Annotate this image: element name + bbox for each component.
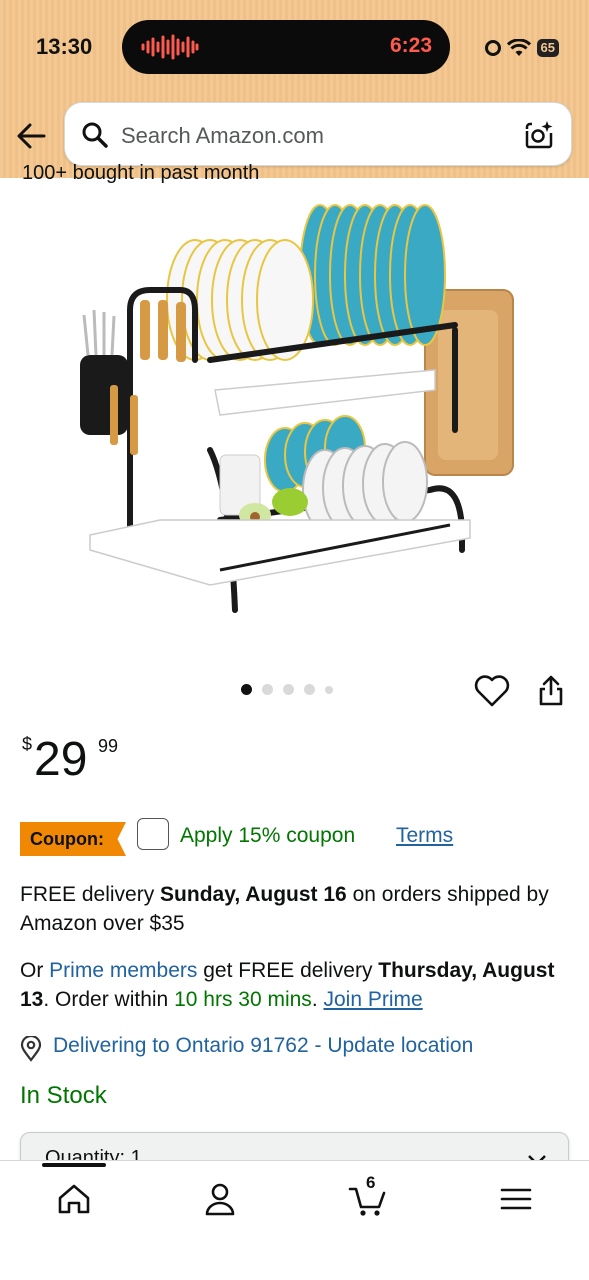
account-icon[interactable] [200,1179,240,1219]
delivery-location-text[interactable]: Delivering to Ontario 91762 - Update loc… [53,1034,473,1058]
focus-ring-icon [484,40,501,56]
price-whole: 29 [34,733,88,786]
apply-coupon-label[interactable]: Apply 15% coupon [180,824,355,848]
status-time: 13:30 [36,34,93,59]
coupon-checkbox[interactable] [137,818,169,850]
carousel-dot-3[interactable] [283,684,294,695]
order-countdown: 10 hrs 30 mins [174,988,312,1011]
search-icon [82,122,108,148]
prime-delivery-text: Or Prime members get FREE delivery Thurs… [20,959,555,1011]
free-delivery-text: FREE delivery Sunday, August 16 on order… [20,883,549,935]
active-tab-indicator [42,1163,106,1167]
bottom-nav-bar: 6 [0,1160,589,1280]
coupon-terms-link[interactable]: Terms [396,824,453,848]
product-image[interactable] [70,190,520,640]
search-bar[interactable]: Search Amazon.com [64,102,572,166]
audio-waveform-icon [141,34,199,60]
wifi-icon [506,39,531,56]
back-arrow-icon[interactable] [14,118,50,154]
recording-time: 6:23 [389,34,432,57]
image-carousel-indicator[interactable] [241,684,333,695]
home-icon[interactable] [54,1179,94,1219]
carousel-dot-4[interactable] [304,684,315,695]
wishlist-heart-icon[interactable] [474,674,510,708]
carousel-dot-5[interactable] [325,685,333,694]
search-input[interactable]: Search Amazon.com [121,123,324,149]
carousel-dot-2[interactable] [262,684,273,695]
coupon-badge: Coupon: [20,822,126,856]
free-delivery-date: Sunday, August 16 [160,883,347,906]
price-currency: $ [22,734,33,754]
cart-count-badge: 6 [366,1173,376,1192]
carousel-dot-1[interactable] [241,684,252,695]
camera-search-icon[interactable] [523,119,555,151]
dynamic-island[interactable]: 6:23 [122,20,450,74]
app-header: 13:30 6:23 65 Search Amazon.com 100+ bou… [0,0,589,184]
join-prime-link[interactable]: Join Prime [323,988,422,1011]
stock-status: In Stock [20,1082,107,1109]
system-icons: 65 [484,36,559,60]
battery-icon: 65 [536,39,559,57]
share-icon[interactable] [536,674,566,708]
location-pin-icon [20,1036,42,1062]
status-bar: 13:30 6:23 65 [0,20,589,76]
price-fraction: 99 [98,736,119,756]
menu-icon[interactable] [496,1179,536,1219]
prime-members-link[interactable]: Prime members [49,959,197,982]
bought-count-text: 100+ bought in past month [22,162,260,184]
